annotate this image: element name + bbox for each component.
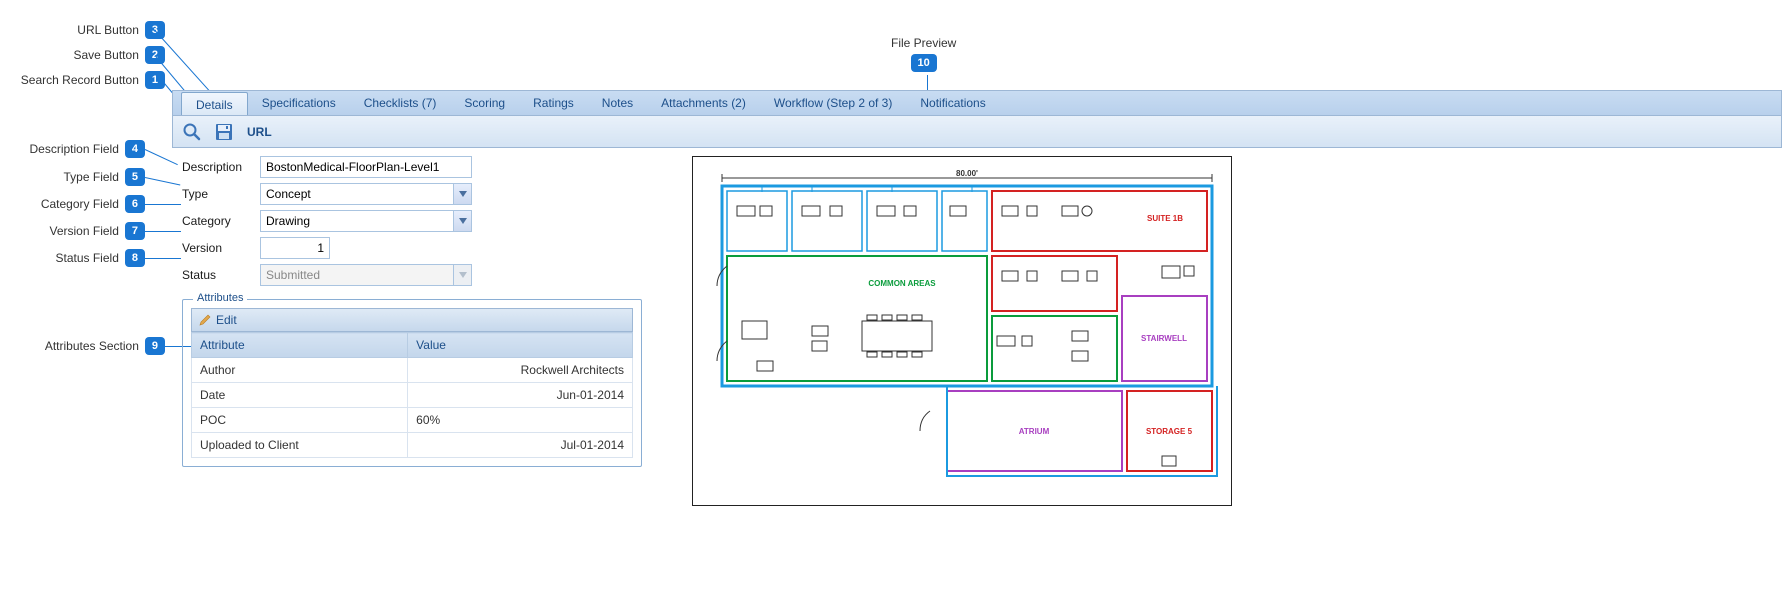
- status-label: Status: [182, 268, 250, 282]
- status-value: [260, 264, 472, 286]
- category-select[interactable]: [260, 210, 472, 232]
- callout-num-9: 9: [145, 337, 165, 355]
- callout-num-10: 10: [911, 54, 937, 72]
- description-input[interactable]: [260, 156, 472, 178]
- attr-cell: POC: [192, 408, 408, 433]
- version-label: Version: [182, 241, 250, 255]
- attributes-col-attribute[interactable]: Attribute: [192, 333, 408, 358]
- callout-label-desc: Description Field: [30, 142, 119, 156]
- attributes-section: Attributes Edit Attribute Value: [182, 299, 642, 467]
- attr-cell: Author: [192, 358, 408, 383]
- magnifier-icon: [182, 122, 202, 142]
- table-row: Uploaded to Client Jul-01-2014: [192, 433, 633, 458]
- val-cell: Rockwell Architects: [408, 358, 633, 383]
- attributes-table: Attribute Value Author Rockwell Architec…: [191, 332, 633, 458]
- type-value[interactable]: [260, 183, 472, 205]
- tab-attachments[interactable]: Attachments (2): [647, 91, 760, 115]
- type-select[interactable]: [260, 183, 472, 205]
- attributes-col-value[interactable]: Value: [408, 333, 633, 358]
- attributes-edit-button[interactable]: Edit: [198, 313, 237, 327]
- tab-bar: Details Specifications Checklists (7) Sc…: [172, 90, 1782, 116]
- toolbar: URL: [172, 116, 1782, 148]
- attributes-legend: Attributes: [193, 292, 247, 304]
- type-label: Type: [182, 187, 250, 201]
- status-select: [260, 264, 472, 286]
- category-value[interactable]: [260, 210, 472, 232]
- callout-num-8: 8: [125, 249, 145, 267]
- tab-specifications[interactable]: Specifications: [248, 91, 350, 115]
- val-cell: Jun-01-2014: [408, 383, 633, 408]
- common-label: COMMON AREAS: [868, 279, 936, 288]
- app-panel: Details Specifications Checklists (7) Sc…: [172, 90, 1782, 506]
- search-record-button[interactable]: [179, 119, 205, 145]
- category-dropdown-button[interactable]: [453, 211, 471, 231]
- tab-notes[interactable]: Notes: [588, 91, 647, 115]
- floppy-disk-icon: [214, 122, 234, 142]
- url-button[interactable]: URL: [243, 125, 276, 139]
- tab-ratings[interactable]: Ratings: [519, 91, 588, 115]
- chevron-down-icon: [459, 218, 467, 224]
- attributes-edit-label: Edit: [216, 313, 237, 327]
- callout-label-preview: File Preview: [891, 36, 956, 50]
- callout-label-cat: Category Field: [41, 197, 119, 211]
- save-button[interactable]: [211, 119, 237, 145]
- tab-workflow[interactable]: Workflow (Step 2 of 3): [760, 91, 907, 115]
- table-row: Author Rockwell Architects: [192, 358, 633, 383]
- status-dropdown-button: [453, 265, 471, 285]
- callout-label-save: Save Button: [73, 48, 138, 62]
- file-preview: 80.00': [692, 156, 1232, 506]
- storage-label: STORAGE 5: [1146, 427, 1193, 436]
- callout-label-search: Search Record Button: [21, 73, 139, 87]
- type-dropdown-button[interactable]: [453, 184, 471, 204]
- table-row: Date Jun-01-2014: [192, 383, 633, 408]
- description-label: Description: [182, 160, 250, 174]
- tab-scoring[interactable]: Scoring: [450, 91, 519, 115]
- callout-label-type: Type Field: [64, 170, 119, 184]
- val-cell: Jul-01-2014: [408, 433, 633, 458]
- floorplan-drawing: 80.00': [702, 166, 1222, 496]
- version-input[interactable]: [260, 237, 330, 259]
- table-row: POC 60%: [192, 408, 633, 433]
- callout-label-ver: Version Field: [50, 224, 119, 238]
- tab-notifications[interactable]: Notifications: [906, 91, 999, 115]
- callout-label-url: URL Button: [77, 23, 139, 37]
- callout-label-stat: Status Field: [56, 251, 119, 265]
- chevron-down-icon: [459, 191, 467, 197]
- val-cell: 60%: [408, 408, 633, 433]
- callout-num-6: 6: [125, 195, 145, 213]
- callout-label-attr: Attributes Section: [45, 339, 139, 353]
- tab-details[interactable]: Details: [181, 92, 248, 115]
- suite-label: SUITE 1B: [1147, 214, 1183, 223]
- callout-num-4: 4: [125, 140, 145, 158]
- callout-num-5: 5: [125, 168, 145, 186]
- details-form: Description Type Category: [182, 156, 642, 467]
- category-label: Category: [182, 214, 250, 228]
- attr-cell: Date: [192, 383, 408, 408]
- pencil-icon: [198, 313, 212, 327]
- atrium-label: ATRIUM: [1019, 427, 1050, 436]
- stairwell-label: STAIRWELL: [1141, 334, 1187, 343]
- dim-label: 80.00': [956, 169, 978, 178]
- chevron-down-icon: [459, 272, 467, 278]
- callout-num-7: 7: [125, 222, 145, 240]
- attributes-toolbar: Edit: [191, 308, 633, 332]
- attr-cell: Uploaded to Client: [192, 433, 408, 458]
- tab-checklists[interactable]: Checklists (7): [350, 91, 451, 115]
